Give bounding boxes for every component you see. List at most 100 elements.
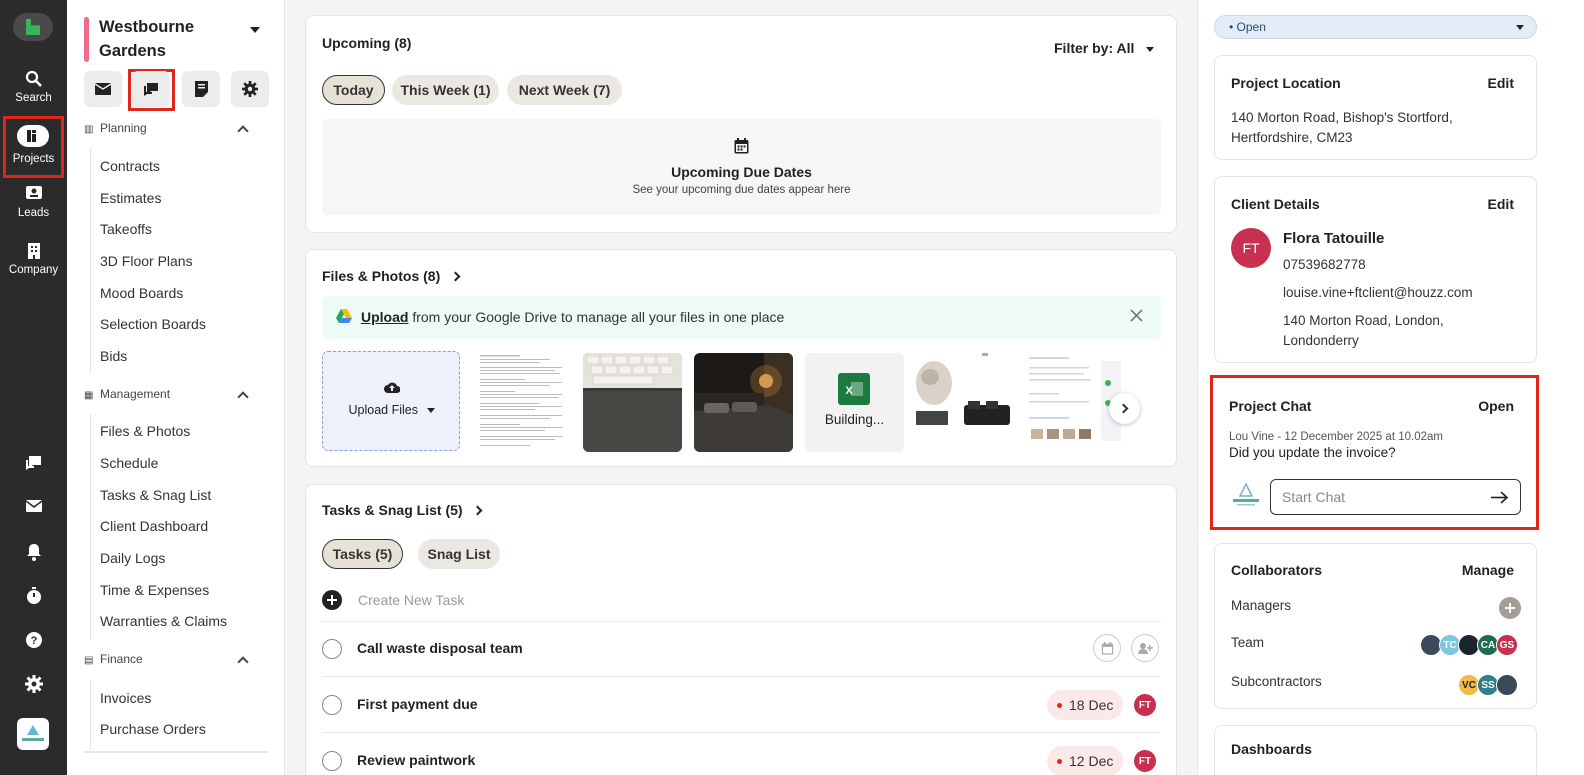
- company-avatar[interactable]: [17, 718, 49, 750]
- client-phone[interactable]: 07539682778: [1283, 255, 1366, 275]
- client-address-line2: Londonderry: [1283, 333, 1359, 348]
- file-thumbnail-moodboard[interactable]: [912, 353, 1011, 452]
- management-icon: ▦: [84, 390, 94, 401]
- rail-label-company: Company: [8, 264, 59, 276]
- nav-link-time-expenses[interactable]: Time & Expenses: [100, 582, 209, 598]
- collaborators-title: Collaborators: [1231, 562, 1323, 578]
- nav-link-3d-floor-plans[interactable]: 3D Floor Plans: [100, 253, 193, 269]
- nav-divider: [90, 680, 91, 750]
- due-date-chip[interactable]: 12 Dec: [1047, 746, 1124, 775]
- edit-client-button[interactable]: Edit: [1488, 196, 1514, 212]
- nav-link-estimates[interactable]: Estimates: [100, 190, 161, 206]
- project-settings-button[interactable]: [231, 71, 269, 107]
- task-name: Call waste disposal team: [357, 640, 523, 656]
- close-icon[interactable]: [1130, 309, 1143, 325]
- nav-link-files-photos[interactable]: Files & Photos: [100, 423, 190, 439]
- file-thumbnail-document[interactable]: [472, 353, 571, 452]
- houzz-logo[interactable]: [13, 13, 53, 41]
- start-chat-input[interactable]: Start Chat: [1270, 479, 1521, 515]
- assignee-avatar[interactable]: FT: [1134, 694, 1156, 716]
- task-checkbox[interactable]: [322, 639, 342, 659]
- client-name: Flora Tatouille: [1283, 230, 1385, 247]
- chat-icon[interactable]: [24, 455, 43, 474]
- tab-this-week[interactable]: This Week (1): [392, 75, 499, 105]
- file-thumbnail-spreadsheet[interactable]: [1023, 353, 1122, 452]
- task-checkbox[interactable]: [322, 695, 342, 715]
- project-nav: Westbourne Gardens ▥ Planning Contracts E…: [67, 0, 285, 775]
- project-color-accent: [84, 17, 89, 62]
- search-icon: [24, 70, 44, 88]
- calendar-icon[interactable]: [1093, 634, 1121, 662]
- rail-item-search[interactable]: Search: [0, 70, 67, 104]
- rail-item-leads[interactable]: Leads: [0, 185, 67, 219]
- file-thumbnail-bedroom-photo[interactable]: [694, 353, 793, 452]
- client-details-title: Client Details: [1231, 196, 1320, 212]
- help-icon[interactable]: ?: [24, 631, 43, 650]
- project-status-value: • Open: [1229, 20, 1266, 34]
- settings-icon[interactable]: [24, 675, 43, 694]
- file-thumbnail-keyboard-photo[interactable]: [583, 353, 682, 452]
- task-row[interactable]: First payment due 18 Dec FT: [322, 677, 1160, 733]
- rail-item-projects[interactable]: Projects: [3, 116, 64, 178]
- nav-link-daily-logs[interactable]: Daily Logs: [100, 550, 165, 566]
- project-mail-button[interactable]: [84, 71, 122, 107]
- assign-user-icon[interactable]: [1131, 634, 1159, 662]
- google-drive-banner-text: Upload from your Google Drive to manage …: [361, 309, 784, 325]
- client-email[interactable]: louise.vine+ftclient@houzz.com: [1283, 283, 1473, 303]
- filter-label: Filter by: All: [1054, 40, 1135, 56]
- nav-divider: [90, 414, 91, 640]
- tab-snag-list[interactable]: Snag List: [418, 539, 500, 569]
- section-finance[interactable]: ▤ Finance: [84, 652, 254, 666]
- task-row[interactable]: Call waste disposal team: [322, 621, 1160, 677]
- nav-link-invoices[interactable]: Invoices: [100, 690, 151, 706]
- due-date-chip[interactable]: 18 Dec: [1047, 690, 1124, 720]
- nav-link-warranties-claims[interactable]: Warranties & Claims: [100, 613, 227, 629]
- nav-link-bids[interactable]: Bids: [100, 348, 127, 364]
- google-drive-upload-link[interactable]: Upload: [361, 309, 408, 325]
- files-carousel-next-button[interactable]: [1109, 393, 1140, 424]
- project-chat-button[interactable]: [132, 71, 170, 107]
- team-avatar[interactable]: GS: [1496, 634, 1518, 656]
- edit-location-button[interactable]: Edit: [1488, 75, 1514, 91]
- client-details-card: Client Details Edit FT Flora Tatouille 0…: [1214, 176, 1537, 363]
- manage-collaborators-button[interactable]: Manage: [1462, 562, 1514, 578]
- tab-today[interactable]: Today: [322, 75, 385, 105]
- nav-link-purchase-orders[interactable]: Purchase Orders: [100, 721, 206, 737]
- project-invoice-button[interactable]: [182, 71, 220, 107]
- nav-link-selection-boards[interactable]: Selection Boards: [100, 316, 206, 332]
- nav-link-schedule[interactable]: Schedule: [100, 455, 158, 471]
- task-row[interactable]: Review paintwork 12 Dec FT: [322, 733, 1160, 775]
- nav-link-tasks-snag-list[interactable]: Tasks & Snag List: [100, 487, 211, 503]
- rail-item-company[interactable]: Company: [0, 242, 67, 276]
- tab-tasks[interactable]: Tasks (5): [322, 539, 403, 569]
- tasks-title: Tasks & Snag List (5): [322, 502, 463, 518]
- file-thumbnail-excel[interactable]: X Building...: [805, 353, 904, 452]
- subcontractor-avatar-logo[interactable]: [1496, 674, 1518, 696]
- google-drive-banner: Upload from your Google Drive to manage …: [322, 296, 1161, 339]
- add-manager-icon[interactable]: [1499, 597, 1521, 619]
- upload-files-tile[interactable]: Upload Files: [322, 351, 460, 451]
- task-name: Review paintwork: [357, 752, 476, 768]
- nav-link-client-dashboard[interactable]: Client Dashboard: [100, 518, 208, 534]
- managers-label: Managers: [1231, 598, 1292, 613]
- timer-icon[interactable]: [24, 587, 43, 606]
- nav-link-takeoffs[interactable]: Takeoffs: [100, 221, 152, 237]
- mail-icon[interactable]: [24, 499, 43, 518]
- task-checkbox[interactable]: [322, 751, 342, 771]
- files-photos-title: Files & Photos (8): [322, 268, 441, 284]
- chevron-down-icon[interactable]: [250, 27, 260, 33]
- files-photos-header[interactable]: Files & Photos (8): [322, 268, 461, 284]
- send-arrow-icon[interactable]: [1491, 491, 1509, 507]
- nav-link-mood-boards[interactable]: Mood Boards: [100, 285, 183, 301]
- tab-next-week[interactable]: Next Week (7): [507, 75, 622, 105]
- section-management[interactable]: ▦ Management: [84, 387, 254, 401]
- tasks-header[interactable]: Tasks & Snag List (5): [322, 502, 483, 518]
- assignee-avatar[interactable]: FT: [1134, 750, 1156, 772]
- nav-link-contracts[interactable]: Contracts: [100, 158, 160, 174]
- filter-dropdown[interactable]: Filter by: All: [1054, 40, 1155, 56]
- project-title[interactable]: Westbourne Gardens: [99, 15, 249, 63]
- project-status-select[interactable]: • Open: [1214, 15, 1537, 39]
- open-chat-button[interactable]: Open: [1478, 398, 1514, 414]
- bell-icon[interactable]: [24, 543, 43, 562]
- section-planning[interactable]: ▥ Planning: [84, 121, 254, 135]
